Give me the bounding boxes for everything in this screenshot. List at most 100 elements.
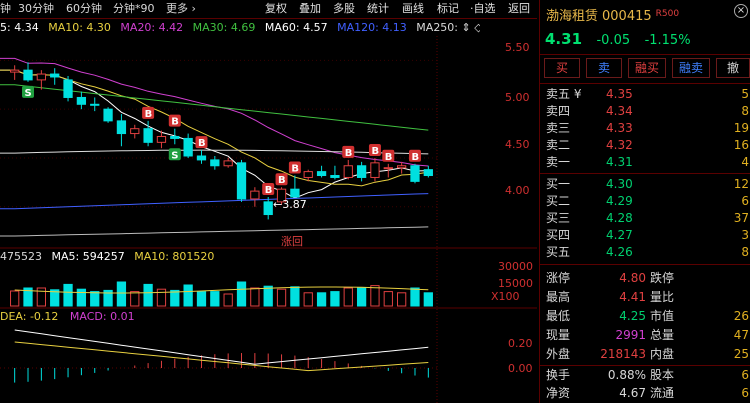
ma120-value: MA120: 4.13 [337,21,407,34]
candle [356,165,367,178]
adjust-button[interactable]: 复权 [265,2,287,16]
bid-row[interactable]: 买四 4.27 3 [540,227,750,244]
candle [183,137,193,157]
add-watchlist-button[interactable]: ·自选 [470,2,496,16]
candle [103,108,113,122]
candle [10,69,20,73]
stat-label: 净资 [546,386,571,400]
candle [290,188,300,198]
stat-label: 总量 [650,328,675,342]
volume-bar [343,287,353,307]
volume-bars [10,281,433,307]
zhanghui-label[interactable]: 涨回 [281,235,303,248]
volume-bar [170,289,180,307]
bid-row[interactable]: 买二 4.29 6 [540,193,750,210]
macd-tick: 0.00 [508,362,533,375]
volume-bar [90,291,100,307]
price-tick: 5.50 [505,41,530,54]
period-tab-30min[interactable]: 30分钟 [18,2,54,16]
bid-row[interactable]: 买一 4.30 12 [540,176,750,193]
ask-row[interactable]: 卖三 4.33 19 [540,120,750,137]
sell-signal-label: S [25,88,32,99]
candle [170,135,180,139]
ask-row[interactable]: 卖五 ¥ 4.35 5 [540,86,750,103]
statistics-button[interactable]: 统计 [367,2,389,16]
order-volume: 6 [741,194,749,208]
period-tab-60min[interactable]: 60分钟 [66,2,102,16]
margin-buy-button[interactable]: 融买 [628,58,666,78]
buy-signal-label: B [345,148,353,159]
draw-line-button[interactable]: 画线 [402,2,424,16]
buy-signal-label: B [171,117,179,128]
kline-chart[interactable]: BBBBBBB BB BSS 5.50 5.00 4.50 4.00 ←3.87 涨… [0,36,537,403]
buy-signal-label: B [385,152,393,163]
bid-row[interactable]: 买三 4.28 37 [540,210,750,227]
candle [196,155,207,161]
close-icon[interactable]: × [734,4,748,18]
candle [423,169,433,177]
ask-row[interactable]: 卖四 4.34 8 [540,103,750,120]
candle [410,165,420,182]
sell-button[interactable]: 卖 [586,58,622,78]
order-level-label: 卖二 [546,138,571,152]
buy-button[interactable]: 买 [544,58,580,78]
overlay-button[interactable]: 叠加 [299,2,321,16]
ask-row[interactable]: 卖二 4.32 16 [540,137,750,154]
vol-ma10-value: MA10: 801520 [134,250,215,263]
bid-row[interactable]: 买五 4.26 8 [540,244,750,261]
stat-label: 量比 [650,290,675,304]
order-price: 4.35 [606,87,633,101]
ma-legend: 5: 4.34 MA10: 4.30 MA20: 4.42 MA30: 4.69… [0,20,480,36]
cancel-order-button[interactable]: 撤 [716,58,750,78]
order-level-label: 买一 [546,177,571,191]
ask-row[interactable]: 卖一 4.31 4 [540,154,750,171]
vol-unit: X100 [491,290,520,303]
stat-value: 0.88% [607,368,646,382]
volume-bar [116,281,127,307]
order-price: 4.27 [606,228,633,242]
order-level-label: 卖一 [546,155,571,169]
order-volume: 5 [741,87,749,101]
stat-label: 市值 [650,309,675,323]
divider [540,173,750,174]
price-row: 4.31 -0.05 -1.15% [545,30,691,48]
candle [130,128,140,135]
order-level-label: 卖三 [546,121,571,135]
dea-value: DEA: -0.12 [0,310,59,323]
quote-panel: 渤海租赁 000415 R500 × 4.31 -0.05 -1.15% 买 卖 融… [539,0,750,403]
period-tab-min[interactable]: 钟 [0,2,11,16]
buy-signal-label: B [198,138,206,149]
volume-bar [370,285,380,307]
ma250-value: MA250: ⇕ ◇ [416,21,480,34]
candle [156,135,167,143]
more-periods-button[interactable]: 更多 › [166,2,196,16]
period-tab-custom[interactable]: 分钟*90 [113,2,155,16]
order-volume: 8 [741,104,749,118]
ma10-value: MA10: 4.30 [48,21,111,34]
candle [250,190,260,200]
candle [63,79,73,98]
stat-row: 涨停 4.80 跌停 [540,270,750,287]
volume-bar [236,281,247,307]
stat-value: 4.67 [619,386,646,400]
price-tick: 4.50 [505,138,530,151]
mark-button[interactable]: 标记 [437,2,459,16]
margin-sell-button[interactable]: 融卖 [672,58,710,78]
buy-signal-label: B [371,146,379,157]
stat-label: 跌停 [650,271,675,285]
order-price: 4.30 [606,177,633,191]
back-button[interactable]: 返回 [508,2,530,16]
candle [303,171,313,178]
volume-ma-line [14,286,429,294]
multi-stock-button[interactable]: 多股 [333,2,355,16]
macd-panel [0,329,437,383]
ma20-value: MA20: 4.42 [120,21,184,34]
candle [90,103,100,106]
trade-buttons: 买 卖 融买 融卖 撤 [544,58,750,78]
volume-bar [76,288,87,307]
stat-value: 6 [741,386,749,400]
order-volume: 37 [733,211,749,225]
stat-value: 6 [741,368,749,382]
candle [36,73,46,81]
macd-tick: 0.20 [508,337,533,350]
